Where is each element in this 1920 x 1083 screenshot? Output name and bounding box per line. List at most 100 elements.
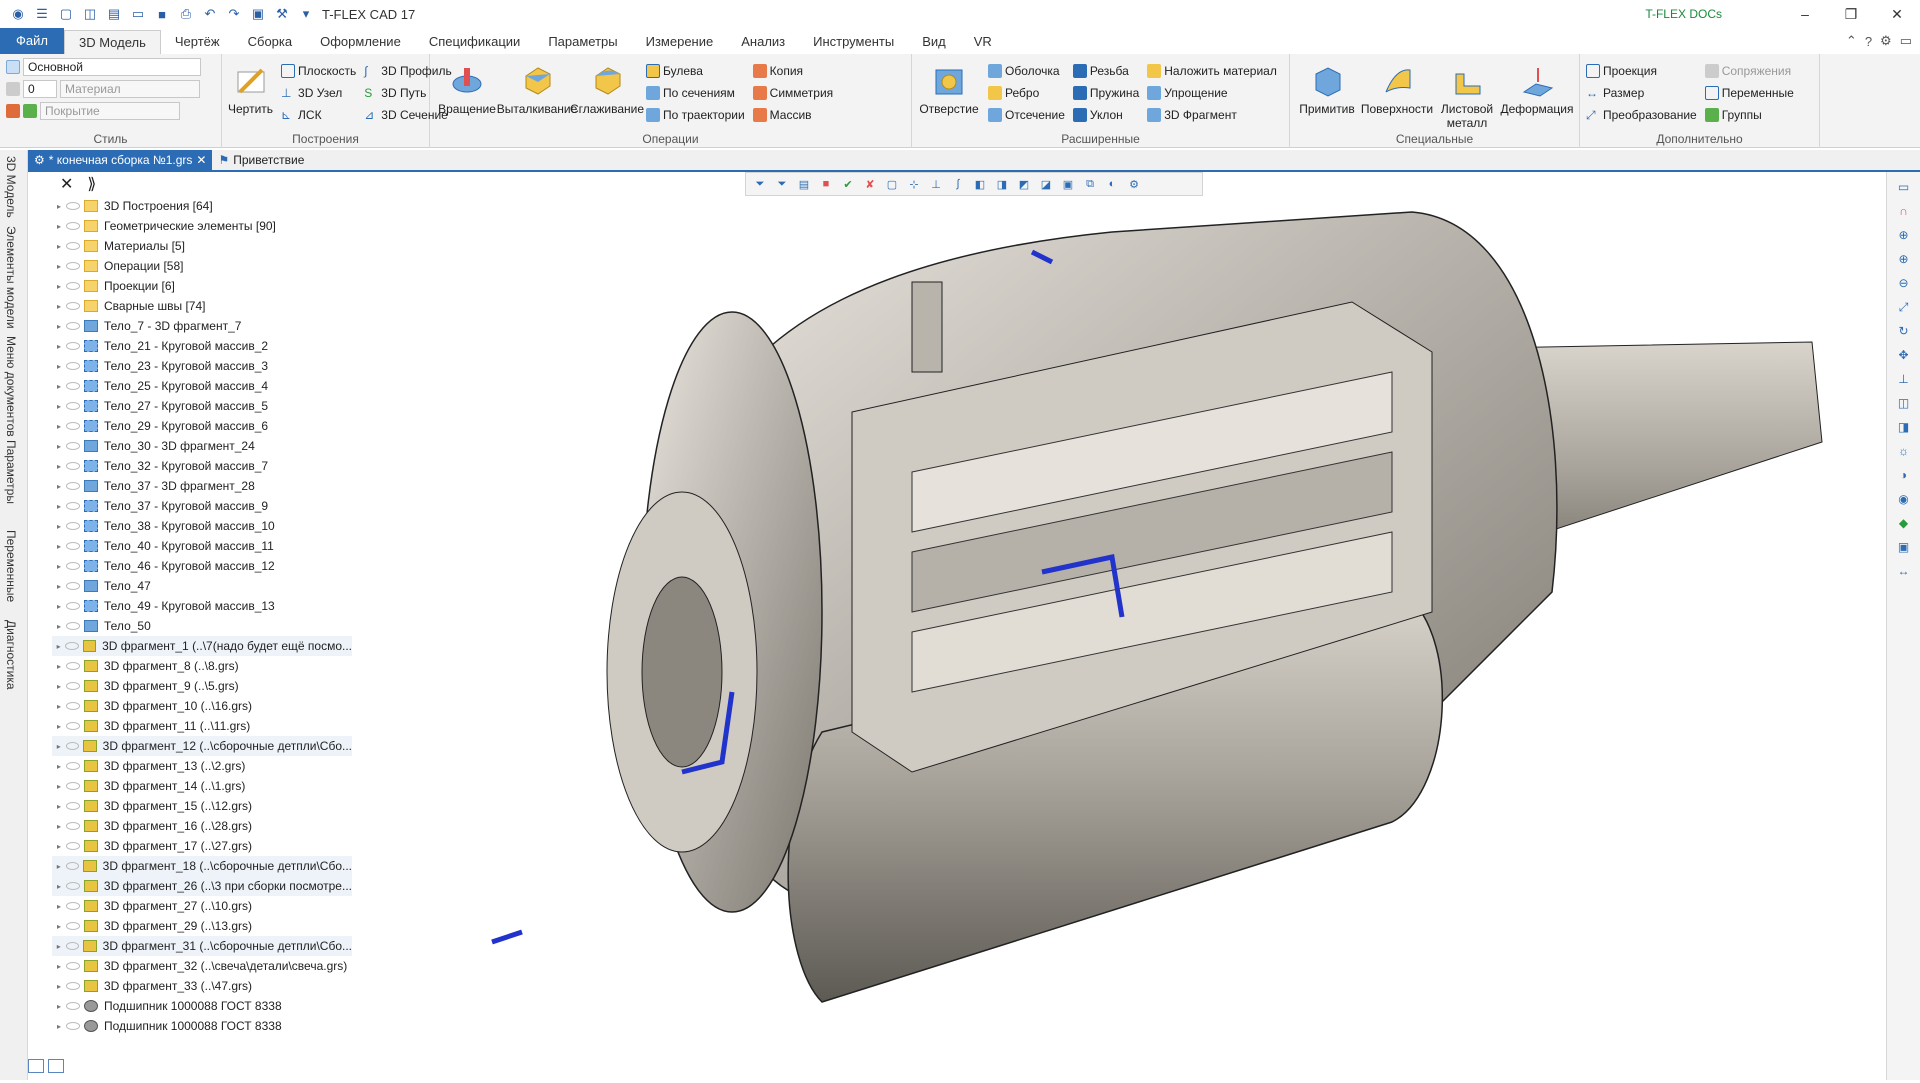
close-icon[interactable]: ✕ xyxy=(1874,6,1920,23)
expand-icon[interactable]: ▸ xyxy=(52,802,66,811)
render-icon[interactable] xyxy=(23,104,37,118)
tree-row[interactable]: ▸ 3D фрагмент_8 (..\8.grs) xyxy=(52,656,352,676)
draft-button[interactable]: Уклон xyxy=(1072,106,1139,124)
side-tab-2[interactable]: Меню документов xyxy=(4,336,18,437)
tree-row[interactable]: ▸ 3D фрагмент_12 (..\сборочные детпли\Сбо… xyxy=(52,736,352,756)
expand-icon[interactable]: ▸ xyxy=(52,242,66,251)
magnet-icon[interactable]: ∩ xyxy=(1894,202,1914,220)
tree-row[interactable]: ▸ Проекции [6] xyxy=(52,276,352,296)
visibility-icon[interactable] xyxy=(66,1002,80,1010)
tab-9[interactable]: Инструменты xyxy=(799,30,908,54)
close-tree-icon[interactable]: ✕ xyxy=(60,174,73,194)
tree-row[interactable]: ▸ 3D фрагмент_32 (..\свеча\детали\свеча.g… xyxy=(52,956,352,976)
material-field[interactable]: Материал xyxy=(60,80,200,98)
tree-row[interactable]: ▸ Подшипник 1000088 ГОСТ 8338 xyxy=(52,996,352,1016)
visibility-icon[interactable] xyxy=(66,462,80,470)
visibility-icon[interactable] xyxy=(66,842,80,850)
tflex-docs-button[interactable]: T-FLEX DOCs xyxy=(1645,7,1722,21)
side-tab-3[interactable]: Параметры xyxy=(4,440,18,504)
cube-view-icon[interactable]: ◫ xyxy=(1894,394,1914,412)
open-icon[interactable]: ▤ xyxy=(104,5,124,23)
expand-icon[interactable]: ▸ xyxy=(52,782,66,791)
layer-field[interactable]: Основной xyxy=(23,58,201,76)
snap-icon[interactable]: ◐ xyxy=(1102,175,1122,193)
tree-row[interactable]: ▸ 3D Построения [64] xyxy=(52,196,352,216)
select-frag-icon[interactable]: ◪ xyxy=(1036,175,1056,193)
restore-icon[interactable]: ❐ xyxy=(1828,6,1874,23)
expand-icon[interactable]: ▸ xyxy=(52,862,66,871)
visibility-icon[interactable] xyxy=(66,782,80,790)
expand-icon[interactable]: ▸ xyxy=(52,382,66,391)
visibility-icon[interactable] xyxy=(66,442,80,450)
side-tab-0[interactable]: 3D Модель xyxy=(4,156,18,218)
spring-button[interactable]: Пружина xyxy=(1072,84,1139,102)
doc-tab-welcome[interactable]: ⚑ Приветствие xyxy=(212,150,310,170)
expand-icon[interactable]: ▸ xyxy=(52,522,66,531)
tree-row[interactable]: ▸ Операции [58] xyxy=(52,256,352,276)
tab-2[interactable]: Чертёж xyxy=(161,30,234,54)
expand-icon[interactable]: ▸ xyxy=(52,602,66,611)
tree-row[interactable]: ▸ Тело_37 - Круговой массив_9 xyxy=(52,496,352,516)
expand-icon[interactable]: ▸ xyxy=(52,922,66,931)
doc-tab-assembly[interactable]: ⚙ * конечная сборка №1.grs ✕ xyxy=(28,150,213,170)
expand-icon[interactable]: ▸ xyxy=(52,302,66,311)
expand-icon[interactable]: ▸ xyxy=(52,482,66,491)
rotate-view-icon[interactable]: ↻ xyxy=(1894,322,1914,340)
expand-icon[interactable]: ▸ xyxy=(52,722,66,731)
expand-icon[interactable]: ▸ xyxy=(52,562,66,571)
visibility-icon[interactable] xyxy=(66,522,80,530)
visibility-icon[interactable] xyxy=(66,242,80,250)
tree-row[interactable]: ▸ 3D фрагмент_16 (..\28.grs) xyxy=(52,816,352,836)
tree-row[interactable]: ▸ 3D фрагмент_18 (..\сборочные детпли\Сбо… xyxy=(52,856,352,876)
projection-button[interactable]: Проекция xyxy=(1586,62,1697,80)
expand-icon[interactable]: ▸ xyxy=(52,222,66,231)
color-filter-icon[interactable]: ■ xyxy=(816,175,836,193)
select-group-icon[interactable]: ⧉ xyxy=(1080,175,1100,193)
visibility-icon[interactable] xyxy=(66,482,80,490)
pan-icon[interactable]: ✥ xyxy=(1894,346,1914,364)
layout-split-icon[interactable] xyxy=(48,1059,64,1073)
fragment-button[interactable]: 3D Фрагмент xyxy=(1147,106,1277,124)
loft-button[interactable]: По сечениям xyxy=(646,84,745,102)
layout-icon[interactable]: ▭ xyxy=(1900,33,1912,49)
render-mode-icon[interactable]: ◉ xyxy=(1894,490,1914,508)
plane-button[interactable]: Плоскость xyxy=(281,62,356,80)
side-tab-4[interactable]: Переменные xyxy=(4,530,18,602)
expand-icon[interactable]: ▸ xyxy=(52,402,66,411)
side-tab-5[interactable]: Диагностика xyxy=(4,620,18,690)
tree-row[interactable]: ▸ 3D фрагмент_14 (..\1.grs) xyxy=(52,776,352,796)
tree-row[interactable]: ▸ 3D фрагмент_13 (..\2.grs) xyxy=(52,756,352,776)
visibility-icon[interactable] xyxy=(65,862,80,870)
visibility-icon[interactable] xyxy=(66,722,80,730)
undo-icon[interactable]: ↶ xyxy=(200,5,220,23)
select-all-icon[interactable]: ▣ xyxy=(1058,175,1078,193)
tree-row[interactable]: ▸ Тело_25 - Круговой массив_4 xyxy=(52,376,352,396)
folder-icon[interactable]: ▭ xyxy=(128,5,148,23)
collapse-ribbon-icon[interactable]: ⌃ xyxy=(1846,33,1857,49)
symmetry-button[interactable]: Симметрия xyxy=(752,84,833,102)
array-button[interactable]: Массив xyxy=(752,106,834,124)
tree-row[interactable]: ▸ Тело_38 - Круговой массив_10 xyxy=(52,516,352,536)
expand-icon[interactable]: ▸ xyxy=(52,282,66,291)
expand-icon[interactable]: ▸ xyxy=(52,362,66,371)
expand-icon[interactable]: ▸ xyxy=(52,642,65,651)
light-icon[interactable]: ☼ xyxy=(1894,442,1914,460)
visibility-icon[interactable] xyxy=(66,402,80,410)
tab-10[interactable]: Вид xyxy=(908,30,960,54)
rib-button[interactable]: Ребро xyxy=(988,84,1065,102)
visibility-icon[interactable] xyxy=(66,902,80,910)
tree-row[interactable]: ▸ Тело_46 - Круговой массив_12 xyxy=(52,556,352,576)
node-button[interactable]: ⊥ 3D Узел xyxy=(281,84,356,102)
select-box-icon[interactable]: ▢ xyxy=(882,175,902,193)
axis-view-icon[interactable]: ⊥ xyxy=(1894,370,1914,388)
expand-icon[interactable]: ▸ xyxy=(52,842,66,851)
visibility-icon[interactable] xyxy=(65,882,80,890)
tree-row[interactable]: ▸ 3D фрагмент_11 (..\11.grs) xyxy=(52,716,352,736)
tab-3[interactable]: Сборка xyxy=(234,30,307,54)
tab-1[interactable]: 3D Модель xyxy=(63,30,161,54)
mates-button[interactable]: Сопряжения xyxy=(1704,62,1794,80)
expand-icon[interactable]: ▸ xyxy=(52,462,66,471)
expand-icon[interactable]: ▸ xyxy=(52,1022,66,1031)
tree-row[interactable]: ▸ 3D фрагмент_33 (..\47.grs) xyxy=(52,976,352,996)
tab-7[interactable]: Измерение xyxy=(632,30,728,54)
